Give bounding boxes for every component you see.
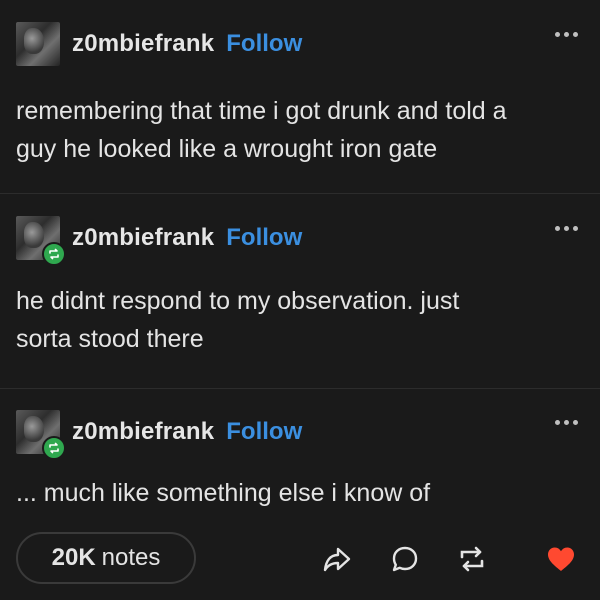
post-2: z0mbiefrank Follow he didnt respond to m…: [0, 216, 600, 358]
username[interactable]: z0mbiefrank: [72, 418, 214, 446]
avatar[interactable]: [16, 216, 66, 266]
reblog-icon[interactable]: [455, 542, 489, 576]
notes-label: notes: [101, 544, 161, 571]
more-options-icon[interactable]: [555, 226, 578, 231]
divider: [0, 193, 600, 194]
post-text-line: guy he looked like a wrought iron gate: [16, 135, 438, 163]
post-header: z0mbiefrank Follow: [16, 216, 584, 266]
comment-icon[interactable]: [388, 542, 422, 576]
follow-button[interactable]: Follow: [226, 224, 302, 252]
avatar[interactable]: [16, 22, 60, 66]
post-header: z0mbiefrank Follow: [16, 410, 584, 460]
post-3: z0mbiefrank Follow ... much like somethi…: [0, 410, 600, 512]
more-options-icon[interactable]: [555, 32, 578, 37]
notes-button[interactable]: 20K notes: [16, 532, 196, 584]
like-icon[interactable]: [544, 542, 578, 576]
username[interactable]: z0mbiefrank: [72, 30, 214, 58]
more-options-icon[interactable]: [555, 420, 578, 425]
username[interactable]: z0mbiefrank: [72, 224, 214, 252]
divider: [0, 388, 600, 389]
post-header: z0mbiefrank Follow: [16, 22, 584, 66]
post-body: ... much like something else i know of: [16, 474, 584, 512]
post-footer: 20K notes: [0, 522, 600, 592]
reblog-badge-icon: [42, 436, 66, 460]
post-text-line: remembering that time i got drunk and to…: [16, 97, 507, 125]
post-1: z0mbiefrank Follow remembering that time…: [0, 22, 600, 168]
post-body: remembering that time i got drunk and to…: [16, 92, 584, 168]
follow-button[interactable]: Follow: [226, 30, 302, 58]
post-text-line: ... much like something else i know of: [16, 479, 431, 507]
notes-count: 20K: [51, 544, 96, 571]
post-body: he didnt respond to my observation. just…: [16, 282, 584, 358]
avatar[interactable]: [16, 410, 66, 460]
follow-button[interactable]: Follow: [226, 418, 302, 446]
post-text-line: sorta stood there: [16, 325, 204, 353]
share-icon[interactable]: [320, 542, 354, 576]
post-thread: z0mbiefrank Follow remembering that time…: [0, 0, 600, 600]
reblog-badge-icon: [42, 242, 66, 266]
post-text-line: he didnt respond to my observation. just: [16, 287, 460, 315]
